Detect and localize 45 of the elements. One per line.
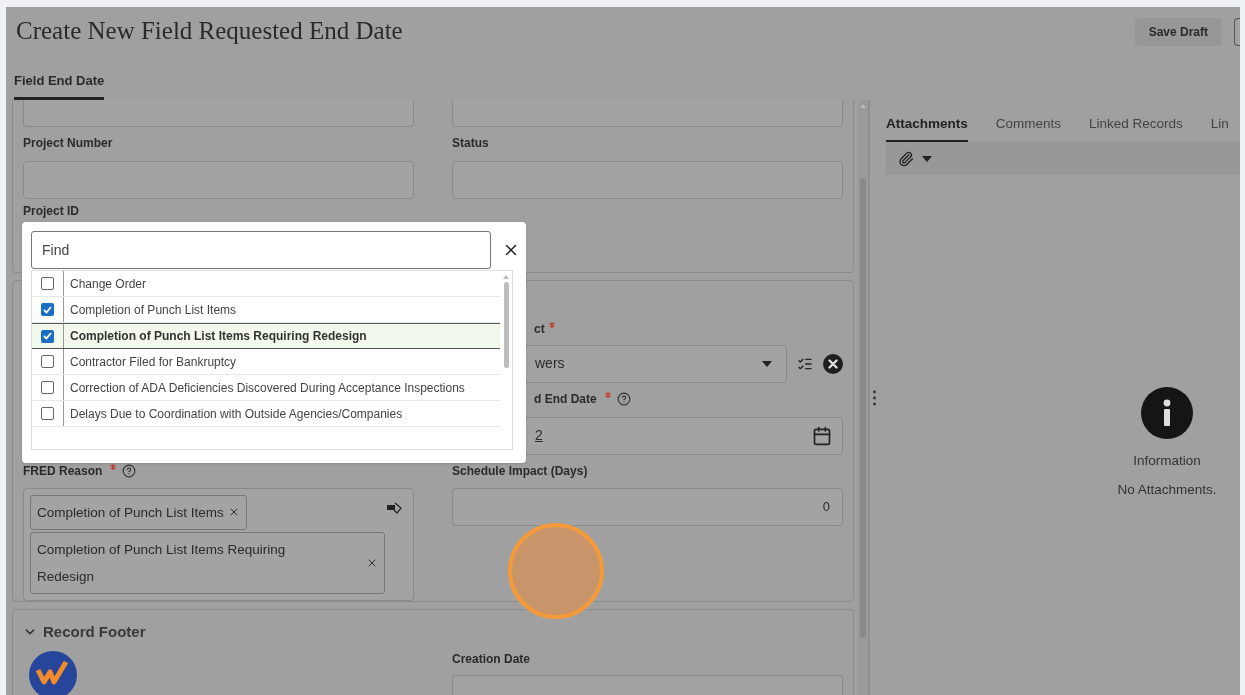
field-label: Project Number	[23, 135, 114, 151]
option-row[interactable]: Change Order	[32, 271, 500, 297]
help-icon[interactable]	[616, 391, 631, 406]
clear-icon[interactable]	[823, 353, 843, 374]
section-title: Record Footer	[43, 621, 146, 642]
checkbox[interactable]	[41, 381, 54, 394]
number-field[interactable]: 0	[452, 487, 843, 526]
page-title: Create New Field Requested End Date	[16, 16, 403, 46]
panel-tab[interactable]: Comments	[995, 108, 1062, 142]
checkbox[interactable]	[41, 355, 54, 368]
scrollbar[interactable]	[858, 100, 868, 695]
field-label: Schedule Impact (Days)	[452, 462, 589, 479]
option-row[interactable]: Correction of ADA Deficiencies Discovered During Acceptance Inspections	[32, 375, 500, 401]
find-field[interactable]: Find	[31, 231, 491, 269]
empty-message: No Attachments.	[1117, 481, 1217, 500]
save-draft-button[interactable]: Save Draft	[1134, 18, 1222, 46]
field-label: FRED Reason	[23, 462, 103, 480]
panel-tab[interactable]: Linked Records	[1089, 108, 1183, 142]
checkbox[interactable]	[41, 303, 54, 316]
paperclip-icon[interactable]	[898, 150, 914, 167]
option-row[interactable]: Delays Due to Coordination with Outside Agencies/Companies	[32, 401, 500, 427]
option-row[interactable]: Contractor Filed for Bankruptcy	[32, 349, 500, 375]
info-icon	[1141, 387, 1193, 439]
logo-icon	[28, 650, 78, 695]
toolbar-button[interactable]	[1234, 18, 1240, 46]
checkbox[interactable]	[41, 277, 54, 290]
field-label: Status	[452, 135, 490, 151]
checkbox[interactable]	[41, 407, 54, 420]
checkbox[interactable]	[41, 329, 54, 343]
multi-select-field[interactable]: Completion of Punch List Items Completion of Punch List Items Requiring Redesign	[23, 487, 414, 601]
option-row[interactable]: Completion of Punch List Items Requiring Redesign	[32, 323, 500, 349]
caret-icon	[762, 360, 772, 367]
caret-icon	[922, 155, 932, 162]
field-label: ct	[534, 320, 545, 338]
selected-chip[interactable]: Completion of Punch List Items	[30, 494, 247, 530]
selected-chip[interactable]: Completion of Punch List Items Requiring Redesign	[30, 531, 385, 594]
calendar-icon[interactable]	[812, 425, 832, 446]
field-label: Creation Date	[452, 651, 532, 667]
field-label: Project ID	[23, 204, 80, 218]
help-icon[interactable]	[122, 463, 137, 478]
panel-tab[interactable]: Lin	[1210, 108, 1229, 142]
eraser-icon[interactable]	[387, 501, 403, 514]
empty-title: Information	[1133, 452, 1201, 470]
field-label: d End Date	[534, 390, 597, 408]
drag-handle-icon[interactable]	[872, 389, 876, 406]
